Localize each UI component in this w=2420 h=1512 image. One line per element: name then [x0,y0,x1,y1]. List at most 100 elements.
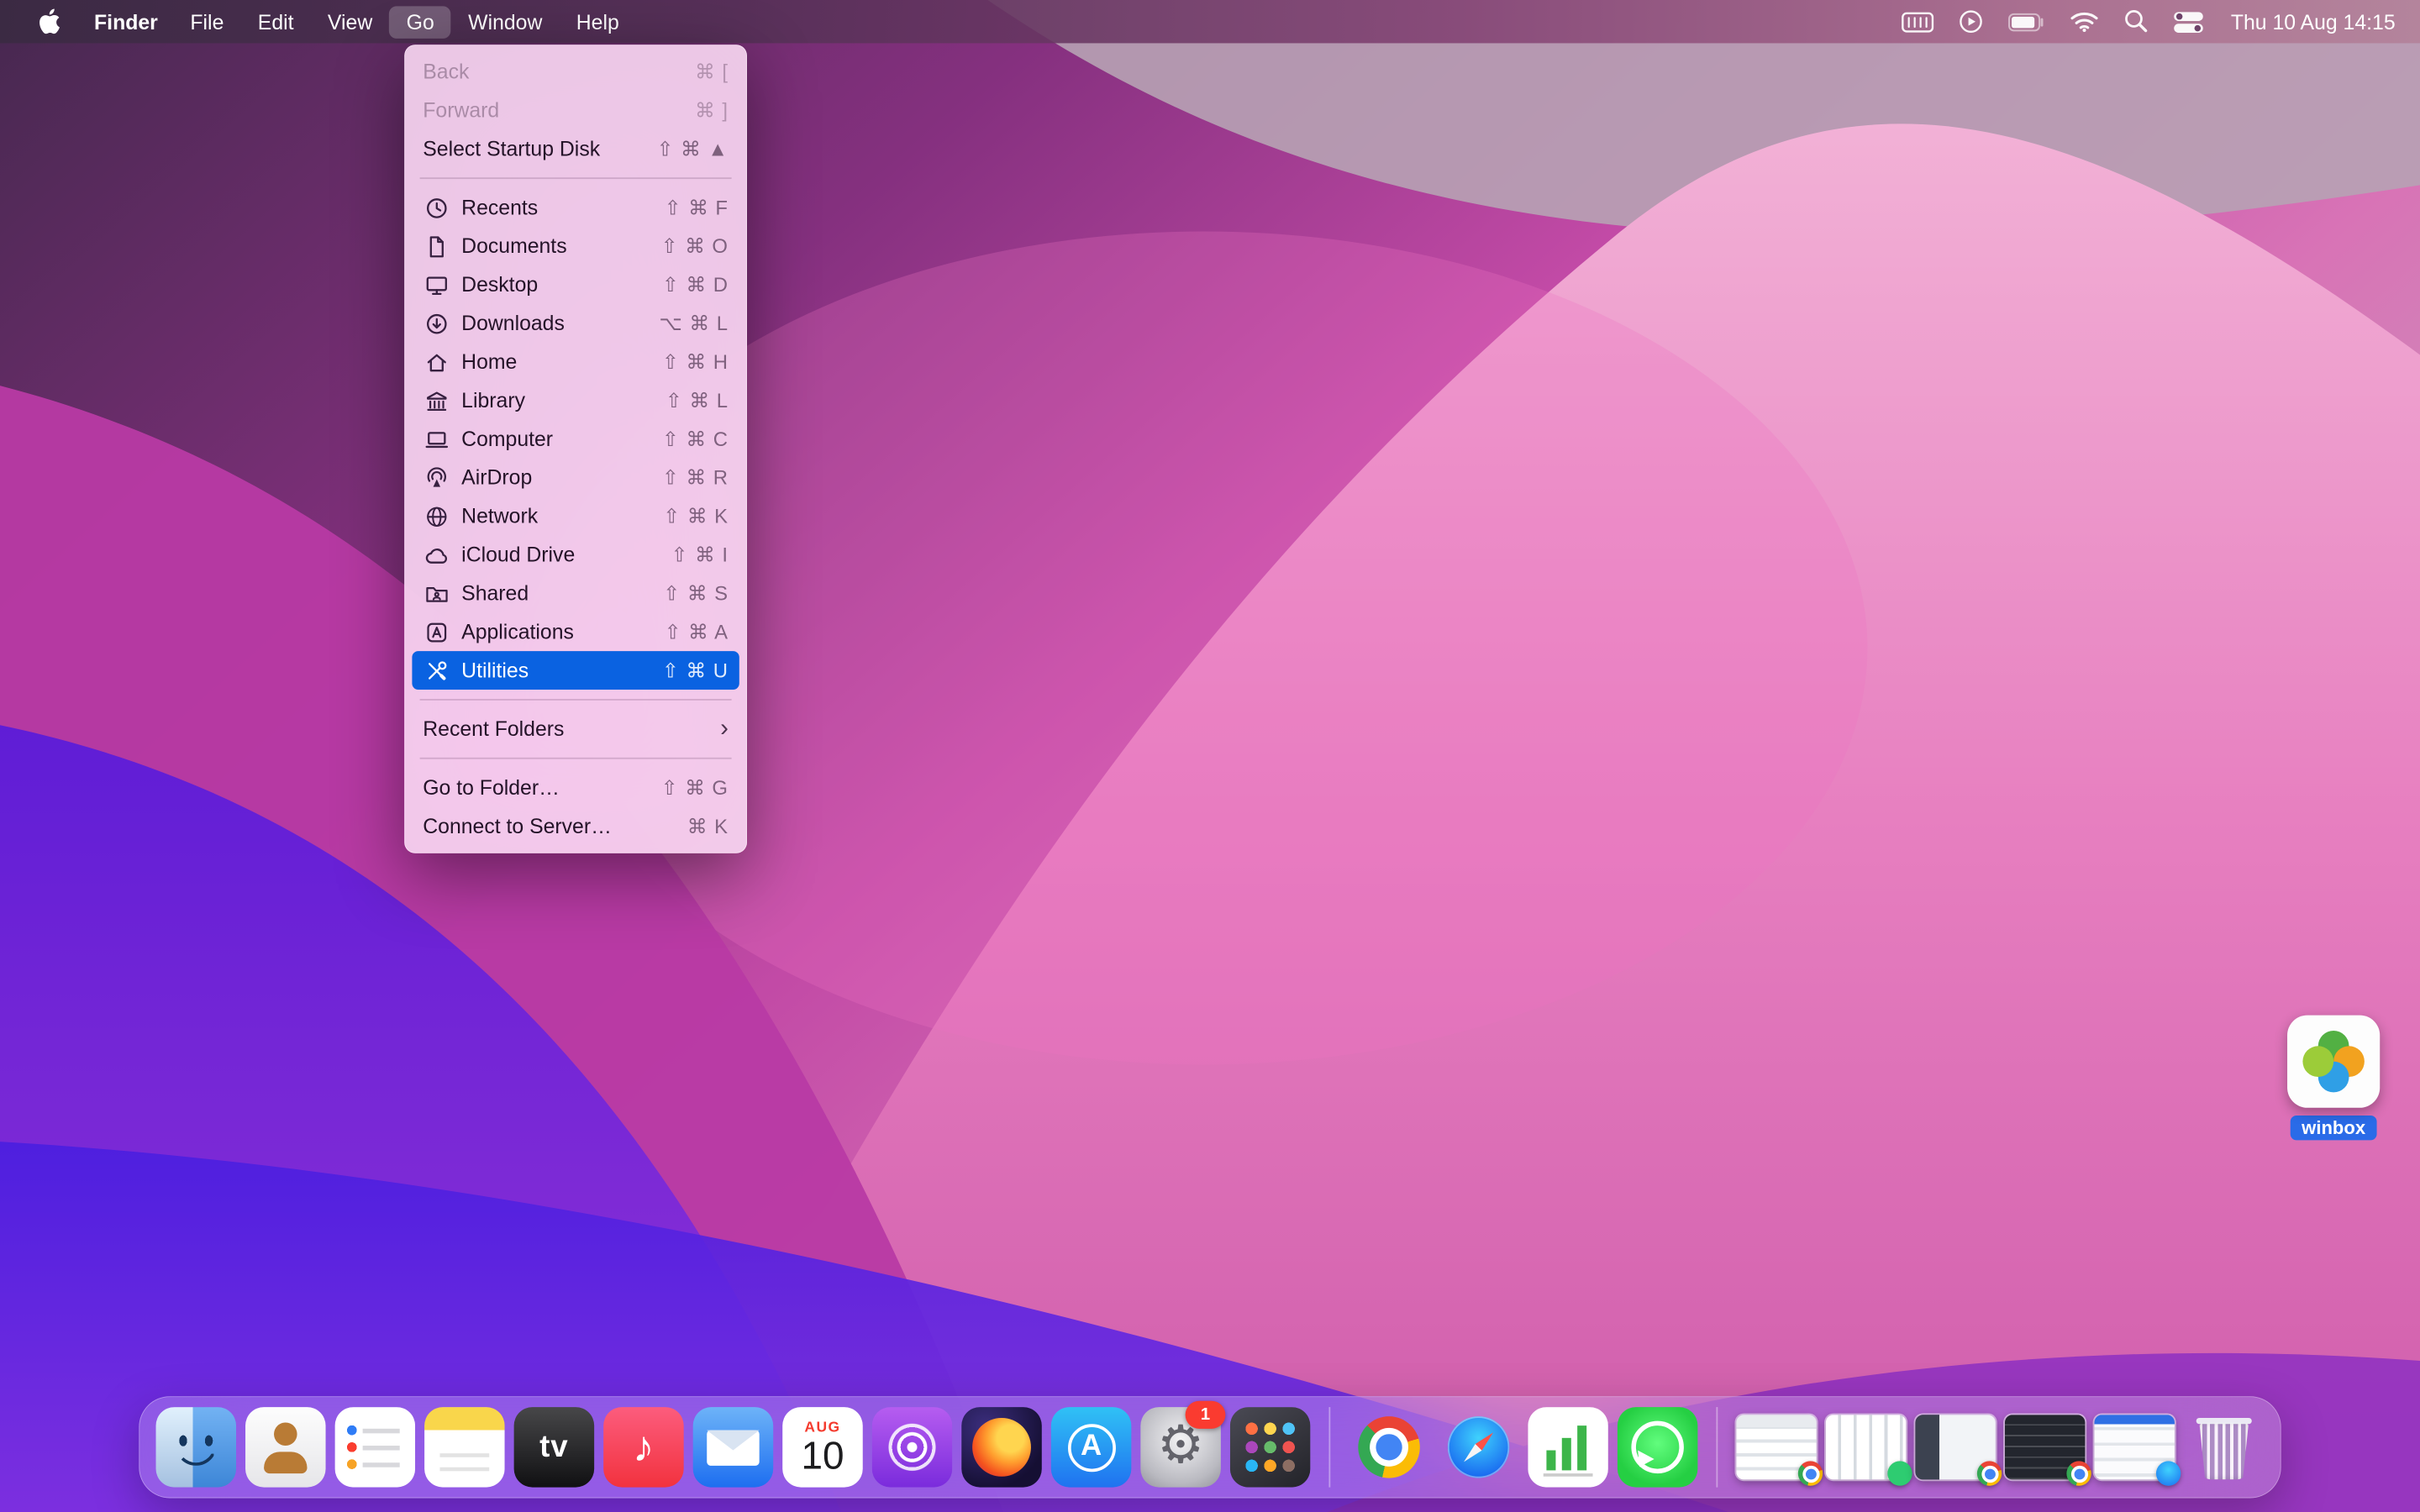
dock-trash[interactable] [2184,1407,2265,1488]
menu-bar-clock[interactable]: Thu 10 Aug 14:15 [2231,10,2396,34]
menu-item-shortcut: ⇧ ⌘ R [662,465,729,490]
dock-whatsapp[interactable] [1618,1407,1698,1488]
safari-badge-icon [2156,1461,2181,1485]
menu-edit[interactable]: Edit [241,5,311,38]
dock-window-5[interactable] [2094,1415,2175,1479]
menu-item-shortcut: ⌘ K [687,814,729,838]
trash-dock-icon [2184,1407,2265,1488]
dock-calendar[interactable]: AUG10 [782,1407,863,1488]
menu-file[interactable]: File [173,5,240,38]
utilities-icon [423,658,449,682]
menu-item-label: Recents [461,196,538,219]
dock-chart[interactable] [1528,1407,1608,1488]
dock-safari[interactable] [1439,1407,1519,1488]
menu-item-utilities[interactable]: Utilities ⇧ ⌘ U [412,651,739,690]
menu-item-shortcut: ⌘ ] [695,98,729,123]
mail-dock-icon [693,1407,774,1488]
menu-item-shortcut: ⇧ ⌘ S [663,581,729,606]
menu-view[interactable]: View [311,5,390,38]
menu-item-go-to-folder[interactable]: Go to Folder…⇧ ⌘ G [404,769,747,807]
battery-icon[interactable] [2008,10,2045,34]
dock-chrome[interactable] [1349,1407,1429,1488]
dock-appletv[interactable]: tv [514,1407,595,1488]
firefox-dock-icon [961,1407,1042,1488]
dock-reminders[interactable] [335,1407,416,1488]
menu-item-label: Downloads [461,312,565,335]
desktop-icon-label: winbox [2291,1116,2376,1140]
menu-item-label: Utilities [461,659,529,682]
dock-separator [1328,1407,1330,1488]
download-icon [423,311,449,335]
menu-item-shortcut: ⌥ ⌘ L [659,311,729,335]
menu-item-applications[interactable]: Applications⇧ ⌘ A [404,612,747,651]
apple-icon [37,8,60,35]
menu-item-computer[interactable]: Computer⇧ ⌘ C [404,420,747,459]
dock-podcasts[interactable] [872,1407,953,1488]
menu-item-shared[interactable]: Shared ⇧ ⌘ S [404,574,747,612]
dock-window-3[interactable] [1915,1415,1996,1479]
notes-dock-icon [424,1407,505,1488]
menu-item-desktop[interactable]: Desktop⇧ ⌘ D [404,265,747,304]
airdrop-icon [423,465,449,490]
home-icon [423,349,449,374]
menu-item-recent-folders[interactable]: Recent Folders [404,710,747,748]
menu-item-shortcut: ⇧ ⌘ I [671,543,729,567]
contacts-dock-icon [245,1407,326,1488]
menu-item-airdrop[interactable]: AirDrop⇧ ⌘ R [404,459,747,497]
applications-icon [423,619,449,643]
menu-item-icloud-drive[interactable]: iCloud Drive⇧ ⌘ I [404,535,747,574]
wifi-icon[interactable] [2070,11,2100,33]
tv-logo-text: tv [539,1430,569,1465]
menu-item-shortcut: ⇧ ⌘ K [663,504,729,528]
status-icons [1902,9,2205,34]
dock-window-2[interactable] [1826,1415,1907,1479]
green-badge-icon [1887,1461,1912,1485]
menu-item-label: Home [461,350,517,374]
menu-item-shortcut: ⇧ ⌘ U [662,658,729,682]
document-icon [423,234,449,258]
whatsapp-dock-icon [1618,1407,1698,1488]
app-menu-finder[interactable]: Finder [79,5,174,38]
apple-menu[interactable] [31,5,66,39]
menu-item-connect-to-server[interactable]: Connect to Server…⌘ K [404,807,747,846]
dock-settings[interactable]: 1 [1140,1407,1221,1488]
menu-item-forward: Forward⌘ ] [404,91,747,129]
keyboard-icon[interactable] [1902,10,1935,34]
menu-help[interactable]: Help [560,5,636,38]
spotlight-icon[interactable] [2124,9,2149,34]
menu-item-network[interactable]: Network⇧ ⌘ K [404,496,747,535]
music-dock-icon [603,1407,684,1488]
menu-item-label: Select Startup Disk [423,137,600,160]
dock-music[interactable] [603,1407,684,1488]
dock-window-4[interactable] [2005,1415,2086,1479]
menu-item-library[interactable]: Library⇧ ⌘ L [404,381,747,420]
chrome-badge-icon [1977,1461,2002,1485]
menu-window[interactable]: Window [451,5,560,38]
menu-item-documents[interactable]: Documents⇧ ⌘ O [404,227,747,265]
menu-item-select-startup-disk[interactable]: Select Startup Disk ⇧ ⌘ ▲ [404,129,747,168]
menu-item-label: Shared [461,581,529,605]
menu-item-home[interactable]: Home⇧ ⌘ H [404,343,747,381]
desktop-icon-winbox[interactable]: winbox [2280,1016,2388,1141]
play-icon[interactable] [1960,9,1984,34]
dock-contacts[interactable] [245,1407,326,1488]
dock-window-1[interactable] [1736,1415,1817,1479]
menu-item-shortcut: ⇧ ⌘ ▲ [657,137,729,161]
menu-item-recents[interactable]: Recents⇧ ⌘ F [404,188,747,227]
dock-appstore[interactable] [1051,1407,1132,1488]
dock-finder[interactable] [156,1407,237,1488]
safari-dock-icon [1439,1407,1519,1488]
dock-firefox[interactable] [961,1407,1042,1488]
menu-item-downloads[interactable]: Downloads ⌥ ⌘ L [404,304,747,343]
control-center-icon[interactable] [2174,10,2205,34]
menu-item-label: Computer [461,428,553,451]
menu-item-label: Back [423,60,469,84]
dock-notes[interactable] [424,1407,505,1488]
dock-separator [1716,1407,1718,1488]
menu-item-label: Library [461,389,525,412]
menu-item-label: Documents [461,234,566,258]
dock-launchpad[interactable] [1230,1407,1311,1488]
chrome-badge-icon [2066,1461,2091,1485]
dock-mail[interactable] [693,1407,774,1488]
menu-go[interactable]: Go [389,5,450,38]
